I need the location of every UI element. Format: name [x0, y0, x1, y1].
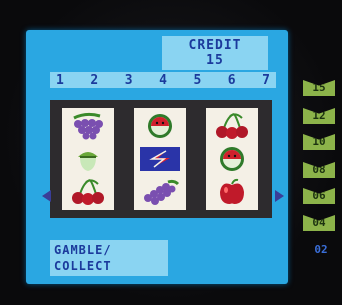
gamble-label: GAMBLE/: [54, 243, 112, 257]
payline-numbers: 1 2 3 4 5 6 7: [50, 72, 276, 88]
reel-1[interactable]: [62, 108, 114, 210]
credit-display: CREDIT 15: [162, 36, 268, 70]
collect-label: COLLECT: [54, 259, 112, 273]
payline-left-arrow-icon: [42, 190, 51, 202]
reel-panel: [50, 100, 272, 218]
acorn-icon: [78, 152, 98, 171]
payline-3[interactable]: 3: [125, 73, 133, 88]
payline-4[interactable]: 4: [159, 73, 167, 88]
cherries-icon: [72, 179, 104, 205]
ladder-current-value: 02: [314, 243, 328, 256]
payline-7[interactable]: 7: [262, 73, 270, 88]
payline-1[interactable]: 1: [56, 73, 64, 88]
payline-6[interactable]: 6: [228, 73, 236, 88]
lucky-s-icon: [140, 147, 180, 171]
payline-2[interactable]: 2: [90, 73, 98, 88]
gamble-collect-button[interactable]: GAMBLE/ COLLECT: [50, 240, 168, 276]
reel-3[interactable]: [206, 108, 258, 210]
watermelon-icon: [220, 147, 244, 171]
credit-label: CREDIT: [188, 38, 242, 53]
payline-5[interactable]: 5: [193, 73, 201, 88]
reel-2[interactable]: [134, 108, 186, 210]
apple-icon: [220, 178, 244, 204]
credit-value: 15: [206, 53, 224, 68]
payline-right-arrow-icon: [275, 190, 284, 202]
watermelon-icon: [148, 114, 172, 138]
grapes-icon: [73, 112, 103, 140]
grapes-icon: [144, 179, 180, 205]
cherries-icon: [216, 113, 248, 139]
